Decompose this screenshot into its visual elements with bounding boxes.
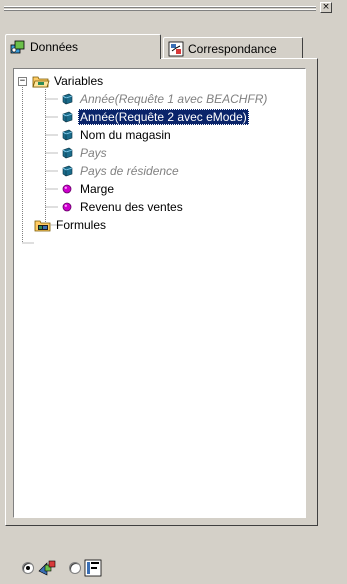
data-provider-icon [10,39,26,55]
dimension-icon [58,127,76,143]
tree-item-revenu-des-ventes[interactable]: Revenu des ventes [58,198,185,216]
data-manager-panel: × Données Correspondance − Variables Ann… [0,0,347,584]
tree-item-label: Pays [80,146,107,160]
tab-correspondance-label: Correspondance [188,41,277,56]
tree-folder-variables[interactable]: Variables [32,72,105,90]
folder-open-icon [32,73,50,89]
formula-folder-icon [34,217,52,233]
tree-folder-variables-label: Variables [54,74,104,88]
tree-item-pays[interactable]: Pays [58,144,109,162]
measure-icon [58,181,76,197]
tree-item-annee-requete-2[interactable]: Année(Requête 2 avec eMode) [58,108,249,126]
close-button[interactable]: × [320,2,332,13]
tree-folder-formules[interactable]: Formules [34,216,108,234]
data-view-radio[interactable] [22,562,34,574]
tree-item-marge[interactable]: Marge [58,180,116,198]
tree-item-label: Année(Requête 1 avec BEACHFR) [80,92,268,106]
measure-icon [58,199,76,215]
dimension-icon [58,109,76,125]
tree-item-label: Nom du magasin [80,128,171,142]
tab-donnees[interactable]: Données [5,34,161,59]
tree-item-label: Revenu des ventes [80,200,183,214]
mapping-icon [168,41,184,57]
tree-item-pays-de-residence[interactable]: Pays de résidence [58,162,181,180]
dimension-icon [58,163,76,179]
dimension-icon [58,145,76,161]
formula-view-icon [84,559,102,577]
tree-item-label: Pays de résidence [80,164,179,178]
panel-title-grip[interactable] [4,5,316,12]
tab-donnees-label: Données [30,40,79,54]
variables-collapse-toggle[interactable]: − [18,77,27,86]
variables-tree[interactable]: − Variables Année(Requête 1 avec BEACHFR… [13,68,306,518]
tree-folder-formules-label: Formules [56,218,107,232]
tab-content-frame: − Variables Année(Requête 1 avec BEACHFR… [5,58,318,526]
tree-item-nom-du-magasin[interactable]: Nom du magasin [58,126,173,144]
formula-view-radio[interactable] [69,562,81,574]
dimension-icon [58,91,76,107]
data-view-icon [37,559,57,577]
tree-item-annee-requete-1[interactable]: Année(Requête 1 avec BEACHFR) [58,90,269,108]
tab-correspondance[interactable]: Correspondance [163,37,303,59]
tree-item-label: Marge [80,182,115,196]
tree-item-label: Année(Requête 2 avec eMode) [78,109,249,125]
view-toggle-group [22,558,102,578]
